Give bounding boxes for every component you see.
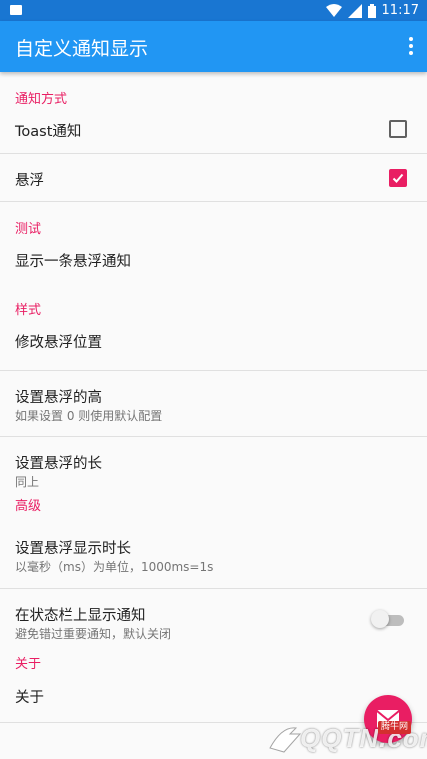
- category-style: 样式: [15, 303, 42, 318]
- statusbar-toggle[interactable]: [371, 610, 405, 628]
- signal-icon: [347, 3, 362, 18]
- pref-title: 关于: [15, 690, 44, 706]
- pref-float-height[interactable]: 设置悬浮的高 如果设置 0 则使用默认配置: [0, 371, 427, 437]
- page-title: 自定义通知显示: [15, 38, 149, 60]
- wifi-icon: [325, 3, 342, 17]
- battery-icon: [367, 3, 376, 18]
- pref-float[interactable]: 悬浮: [0, 154, 427, 202]
- pref-float-width[interactable]: 设置悬浮的长 同上: [0, 437, 427, 493]
- pref-summary: 同上: [15, 475, 40, 489]
- toast-checkbox[interactable]: [389, 120, 407, 138]
- pref-title: 悬浮: [15, 173, 44, 189]
- pref-statusbar-notify[interactable]: 在状态栏上显示通知 避免错过重要通知，默认关闭: [0, 589, 427, 645]
- pref-float-position[interactable]: 修改悬浮位置: [0, 327, 427, 371]
- pref-title: 修改悬浮位置: [15, 335, 102, 351]
- pref-title: 设置悬浮的高: [15, 390, 102, 406]
- pref-title: 显示一条悬浮通知: [15, 254, 131, 270]
- more-vert-icon: [409, 37, 413, 55]
- category-test: 测试: [15, 222, 42, 237]
- toggle-thumb: [371, 610, 389, 628]
- status-bar: 11:17: [0, 0, 427, 21]
- category-about: 关于: [15, 657, 42, 672]
- pref-title: 设置悬浮的长: [15, 456, 102, 472]
- check-icon: [392, 173, 404, 183]
- pref-title: 在状态栏上显示通知: [15, 608, 146, 624]
- pref-title: 设置悬浮显示时长: [15, 541, 131, 557]
- preference-list: 通知方式 Toast通知 悬浮 测试 显示一条悬浮通知 样式 修改悬浮位置 设置…: [0, 72, 427, 723]
- pref-summary: 如果设置 0 则使用默认配置: [15, 409, 163, 423]
- category-advanced: 高级: [15, 499, 42, 514]
- watermark-badge: 腾牛网: [378, 721, 412, 734]
- pref-summary: 避免错过重要通知，默认关闭: [15, 627, 172, 641]
- category-notify-method: 通知方式: [15, 92, 68, 107]
- pref-toast[interactable]: Toast通知: [0, 116, 427, 154]
- pref-title: Toast通知: [15, 124, 82, 140]
- pref-summary: 以毫秒（ms）为单位，1000ms=1s: [15, 560, 214, 574]
- pref-display-duration[interactable]: 设置悬浮显示时长 以毫秒（ms）为单位，1000ms=1s: [0, 523, 427, 589]
- clock: 11:17: [381, 3, 419, 18]
- pref-about[interactable]: 关于: [0, 681, 427, 723]
- overflow-menu-button[interactable]: [407, 34, 415, 58]
- pref-show-float[interactable]: 显示一条悬浮通知: [0, 246, 427, 283]
- notification-icon: [10, 5, 22, 15]
- float-checkbox[interactable]: [389, 169, 407, 187]
- app-bar: 自定义通知显示: [0, 21, 427, 72]
